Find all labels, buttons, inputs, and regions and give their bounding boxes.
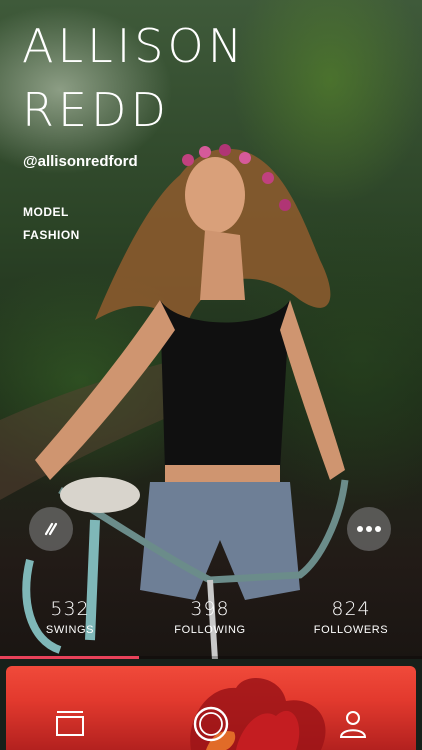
profile-handle[interactable]: @allisonredford [23,153,138,170]
stat-following-value: 398 [190,598,230,620]
profile-tag-fashion[interactable]: FASHION [23,228,80,242]
tab-feed[interactable] [52,706,88,742]
stat-followers-value: 824 [331,598,371,620]
tab-profile[interactable] [335,706,371,742]
feed-icon [56,711,84,736]
tab-camera[interactable] [191,704,231,744]
stat-following[interactable]: 398 FOLLOWING [150,598,270,636]
tab-bar [6,666,416,750]
swing-slash-icon [44,522,58,536]
profile-icon [339,711,367,738]
swing-button[interactable] [29,507,73,551]
stat-followers[interactable]: 824 FOLLOWERS [291,598,411,636]
more-horizontal-icon [357,526,381,532]
stat-swings-label: SWINGS [45,624,95,636]
profile-screen: ALLISON REDD @allisonredford MODEL FASHI… [0,0,422,750]
stat-swings[interactable]: 532 SWINGS [10,598,130,636]
stat-swings-value: 532 [50,598,90,620]
profile-tag-model[interactable]: MODEL [23,205,69,219]
bottom-area [0,659,422,750]
stat-followers-label: FOLLOWERS [313,624,389,636]
profile-name-line-1: ALLISON [22,19,247,73]
camera-icon [193,706,229,742]
more-options-button[interactable] [347,507,391,551]
stat-following-label: FOLLOWING [174,624,246,636]
profile-name-line-2: REDD [22,83,170,137]
